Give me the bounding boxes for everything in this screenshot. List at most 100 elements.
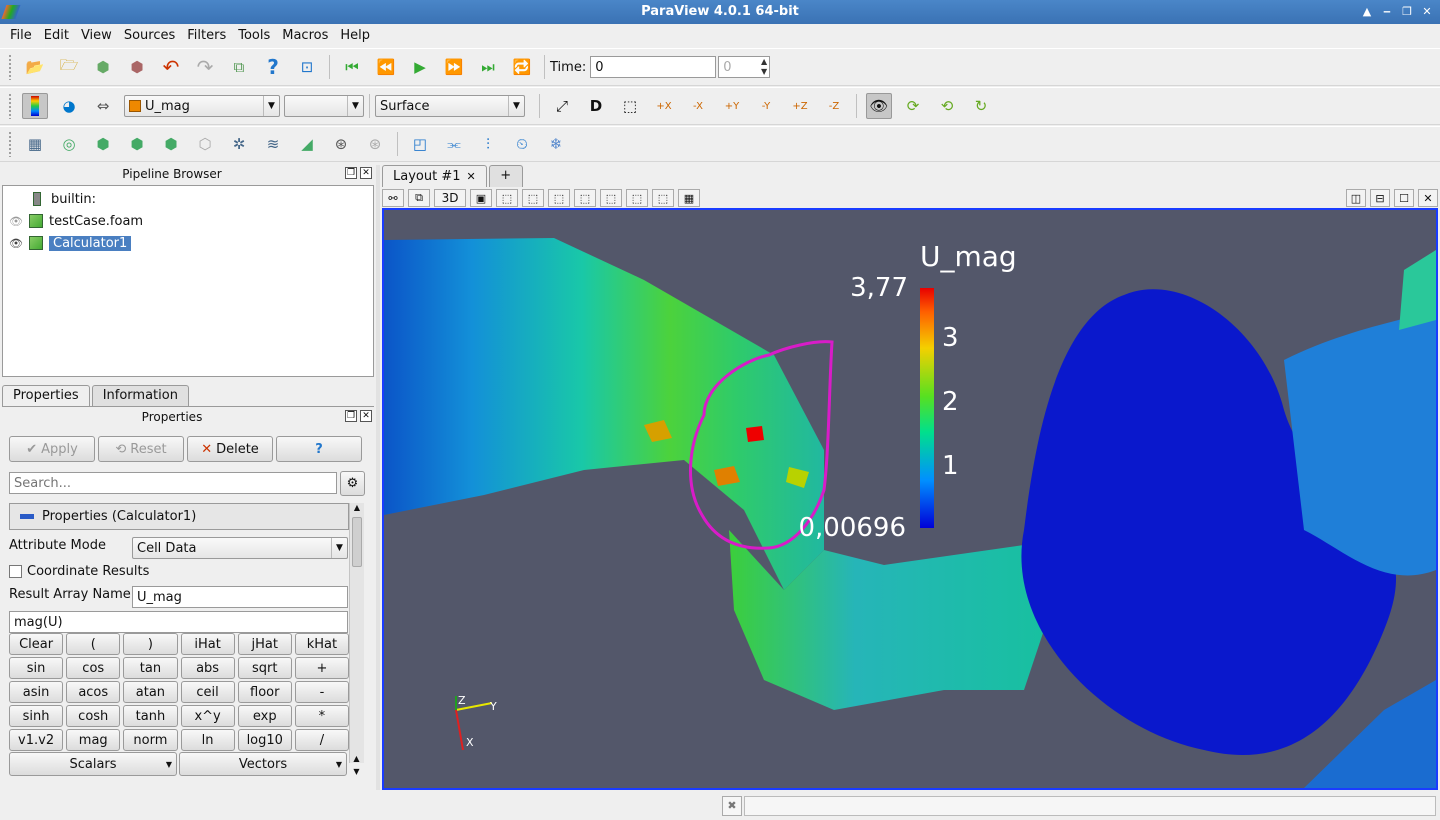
- slice-icon[interactable]: ⬢: [124, 131, 150, 157]
- toggle-3d-button[interactable]: 3D: [434, 189, 466, 207]
- close-icon[interactable]: ✕: [360, 410, 372, 422]
- calc-multiply-button[interactable]: *: [294, 705, 349, 727]
- gear-icon[interactable]: ⚙: [340, 471, 365, 496]
- calc-lparen-button[interactable]: (: [66, 633, 121, 655]
- disconnect-icon[interactable]: ⬢: [124, 54, 150, 80]
- view-minus-z-icon[interactable]: -Z: [821, 93, 847, 119]
- menu-help[interactable]: Help: [334, 28, 376, 43]
- plot-over-line-icon[interactable]: ⫘: [441, 131, 467, 157]
- rescale-range-icon[interactable]: ⇔: [90, 93, 116, 119]
- play-icon[interactable]: ▶: [407, 54, 433, 80]
- help-button[interactable]: ?: [276, 436, 362, 462]
- close-icon[interactable]: ✕: [360, 167, 372, 179]
- representation-select[interactable]: Surface ▼: [375, 95, 525, 117]
- redo-icon[interactable]: ↷: [192, 54, 218, 80]
- toolbar-grip[interactable]: [8, 131, 12, 157]
- calc-mag-button[interactable]: mag: [66, 729, 121, 751]
- calc-cosh-button[interactable]: cosh: [66, 705, 121, 727]
- zoom-to-data-icon[interactable]: D: [583, 93, 609, 119]
- toolbar-grip[interactable]: [8, 54, 12, 80]
- contour-icon[interactable]: ◎: [56, 131, 82, 157]
- calc-plus-button[interactable]: +: [294, 657, 349, 679]
- calc-norm-button[interactable]: norm: [123, 729, 178, 751]
- restore-icon[interactable]: ❐: [1400, 5, 1414, 19]
- calc-ln-button[interactable]: ln: [180, 729, 235, 751]
- close-icon[interactable]: ✕: [1420, 5, 1434, 19]
- rotate-90-ccw-icon[interactable]: ⟲: [934, 93, 960, 119]
- menu-edit[interactable]: Edit: [38, 28, 75, 43]
- center-axes-visibility-icon[interactable]: 👁: [866, 93, 892, 119]
- select-frustum-icon[interactable]: ⬚: [548, 189, 570, 207]
- calc-clear-button[interactable]: Clear: [9, 633, 64, 655]
- eye-icon[interactable]: 👁: [9, 214, 23, 228]
- view-plus-y-icon[interactable]: +Y: [719, 93, 745, 119]
- first-frame-icon[interactable]: ⏮: [339, 54, 365, 80]
- help-icon[interactable]: ?: [260, 54, 286, 80]
- select-points-icon[interactable]: ◰: [407, 131, 433, 157]
- screenshot-icon[interactable]: ▣: [470, 189, 492, 207]
- calc-exp-button[interactable]: exp: [237, 705, 292, 727]
- calc-abs-button[interactable]: abs: [180, 657, 235, 679]
- expression-input[interactable]: mag(U): [9, 611, 348, 633]
- float-icon[interactable]: ❐: [345, 167, 357, 179]
- scalars-dropdown[interactable]: Scalars ▼: [9, 752, 177, 776]
- calc-jhat-button[interactable]: jHat: [237, 633, 292, 655]
- save-state-icon[interactable]: ⧉: [226, 54, 252, 80]
- grow-selection-icon[interactable]: ▦: [678, 189, 700, 207]
- select-cells-icon[interactable]: ⬚: [496, 189, 518, 207]
- delete-button[interactable]: ✕ Delete: [187, 436, 273, 462]
- stream-tracer-icon[interactable]: ≋: [260, 131, 286, 157]
- split-horizontal-icon[interactable]: ◫: [1346, 189, 1366, 207]
- tab-information[interactable]: Information: [91, 385, 189, 407]
- calc-log10-button[interactable]: log10: [237, 729, 292, 751]
- abort-icon[interactable]: ✖: [722, 796, 742, 816]
- open-icon[interactable]: 📂: [22, 54, 48, 80]
- component-select[interactable]: ▼: [284, 95, 364, 117]
- pipeline-item-builtin[interactable]: builtin:: [3, 189, 96, 209]
- calc-tan-button[interactable]: tan: [123, 657, 178, 679]
- properties-section-header[interactable]: Properties (Calculator1): [9, 503, 349, 530]
- minimize-icon[interactable]: ‒: [1380, 5, 1394, 19]
- float-icon[interactable]: ❐: [345, 410, 357, 422]
- reset-button[interactable]: ⟲ Reset: [98, 436, 184, 462]
- pick-center-icon[interactable]: ⊡: [294, 54, 320, 80]
- add-layout-tab[interactable]: +: [488, 165, 523, 187]
- camera-link-icon[interactable]: ⚯: [382, 189, 404, 207]
- apply-button[interactable]: ✔ Apply: [9, 436, 95, 462]
- calc-acos-button[interactable]: acos: [66, 681, 121, 703]
- calc-divide-button[interactable]: /: [294, 729, 349, 751]
- extract-subset-icon[interactable]: ⬡: [192, 131, 218, 157]
- split-vertical-icon[interactable]: ⊟: [1370, 189, 1390, 207]
- menu-tools[interactable]: Tools: [232, 28, 276, 43]
- attribute-mode-select[interactable]: Cell Data ▼: [132, 537, 348, 559]
- time-step-spinbox[interactable]: 0 ▲ ▼: [718, 56, 771, 78]
- close-view-icon[interactable]: ✕: [1418, 189, 1438, 207]
- time-input[interactable]: 0: [590, 56, 717, 78]
- plot-over-time-icon[interactable]: ⏲: [509, 131, 535, 157]
- pipeline-item-calculator1[interactable]: 👁 Calculator1: [3, 233, 132, 253]
- render-canvas[interactable]: U_mag 3,77 3 2 1 0,00696 Z Y X: [384, 210, 1436, 788]
- calc-rparen-button[interactable]: ): [123, 633, 178, 655]
- calc-floor-button[interactable]: floor: [237, 681, 292, 703]
- reset-center-icon[interactable]: ↻: [968, 93, 994, 119]
- loop-icon[interactable]: 🔁: [509, 54, 535, 80]
- view-minus-x-icon[interactable]: -X: [685, 93, 711, 119]
- warp-icon[interactable]: ◢: [294, 131, 320, 157]
- calc-sqrt-button[interactable]: sqrt: [237, 657, 292, 679]
- calculator-icon[interactable]: ▦: [22, 131, 48, 157]
- calc-dot-button[interactable]: v1.v2: [9, 729, 64, 751]
- glyph-icon[interactable]: ✲: [226, 131, 252, 157]
- group-datasets-icon[interactable]: ⊛: [328, 131, 354, 157]
- next-frame-icon[interactable]: ⏩: [441, 54, 467, 80]
- scrollbar-thumb[interactable]: [352, 517, 362, 567]
- scroll-up-icon[interactable]: ▲: [350, 503, 364, 515]
- eye-icon[interactable]: 👁: [9, 236, 23, 250]
- last-frame-icon[interactable]: ⏭: [475, 54, 501, 80]
- calc-atan-button[interactable]: atan: [123, 681, 178, 703]
- coordinate-results-checkbox[interactable]: [9, 565, 22, 578]
- calc-ihat-button[interactable]: iHat: [180, 633, 235, 655]
- calc-sinh-button[interactable]: sinh: [9, 705, 64, 727]
- threshold-icon[interactable]: ⬢: [158, 131, 184, 157]
- menu-macros[interactable]: Macros: [276, 28, 334, 43]
- previous-frame-icon[interactable]: ⏪: [373, 54, 399, 80]
